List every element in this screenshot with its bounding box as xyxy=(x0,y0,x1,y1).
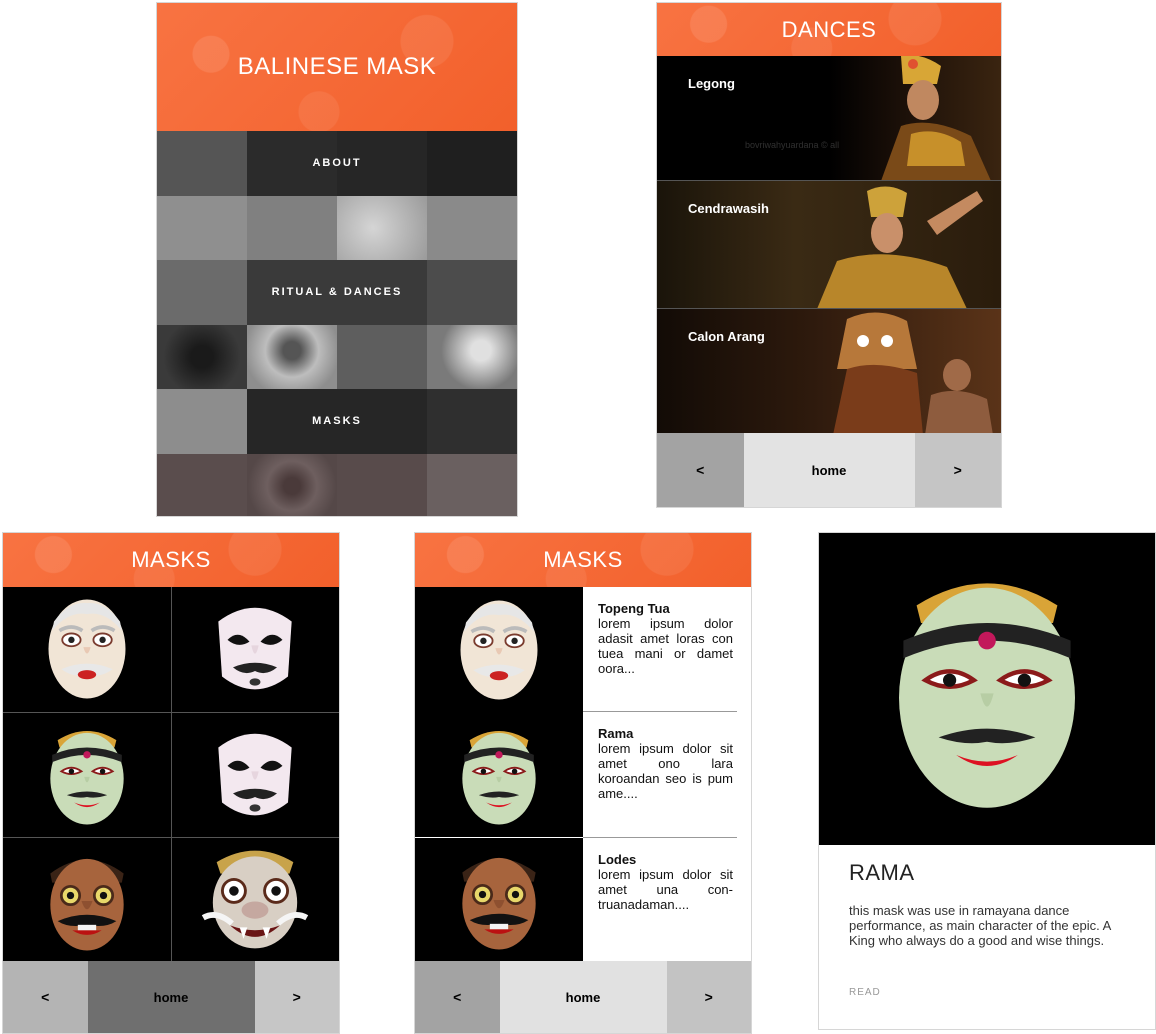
prev-button[interactable]: < xyxy=(415,961,500,1033)
dance-item-legong[interactable]: Legong bovriwahyuardana © all xyxy=(657,56,1001,181)
list-desc-lodes: lorem ipsum dolor sit amet una con-truan… xyxy=(598,867,733,912)
menu-about[interactable]: ABOUT xyxy=(157,131,517,195)
list-title-lodes: Lodes xyxy=(598,852,637,867)
menu-masks[interactable]: MASKS xyxy=(157,389,517,453)
dances-title: DANCES xyxy=(781,16,877,42)
home-button[interactable]: home xyxy=(87,961,255,1033)
home-button-label: home xyxy=(153,989,189,1005)
mask-thumb-rama[interactable] xyxy=(3,712,171,838)
masks-list-header: MASKS xyxy=(415,533,751,587)
next-button-label: > xyxy=(292,989,301,1005)
mask-image-lodes xyxy=(41,846,133,956)
mask-thumb-lodes[interactable] xyxy=(3,838,171,963)
mask-thumb-2[interactable] xyxy=(171,587,339,712)
mask-image-lodes xyxy=(453,845,545,955)
list-item-topeng-tua[interactable]: Topeng Tua lorem ipsum dolor adasit amet… xyxy=(415,587,751,712)
dances-header: DANCES xyxy=(657,3,1001,56)
rama-mask-image xyxy=(877,554,1097,824)
home-screen: BALINESE MASK ABOUT RITUAL & DANCES MASK… xyxy=(156,2,518,517)
list-desc-topeng-tua: lorem ipsum dolor adasit amet loras con … xyxy=(598,616,733,676)
masks-list-title: MASKS xyxy=(543,547,623,572)
mask-thumb-4[interactable] xyxy=(171,712,339,838)
mask-detail-screen: RAMA this mask was use in ramayana dance… xyxy=(818,532,1156,1030)
mask-image-barong xyxy=(180,843,330,958)
next-button-label: > xyxy=(953,462,962,478)
list-item-rama[interactable]: Rama lorem ipsum dolor sit amet ono lara… xyxy=(415,712,751,837)
masks-grid-title: MASKS xyxy=(131,547,211,572)
prev-button[interactable]: < xyxy=(3,961,88,1033)
mask-detail-description: this mask was use in ramayana dance perf… xyxy=(849,903,1111,948)
next-button[interactable]: > xyxy=(914,433,1001,507)
mask-image-4 xyxy=(209,720,301,830)
mask-image-2 xyxy=(209,594,301,704)
mask-image-topeng-tua xyxy=(41,594,133,704)
home-button[interactable]: home xyxy=(499,961,667,1033)
list-title-topeng-tua: Topeng Tua xyxy=(598,601,670,616)
dance-label-legong: Legong xyxy=(688,76,735,91)
masks-grid-bottom-nav: < home > xyxy=(3,961,339,1033)
masks-grid-screen: MASKS < home > xyxy=(2,532,340,1034)
list-title-rama: Rama xyxy=(598,726,634,741)
mask-thumb-topeng-tua[interactable] xyxy=(3,587,171,712)
next-button-label: > xyxy=(704,989,713,1005)
dances-bottom-nav: < home > xyxy=(657,433,1001,507)
home-button[interactable]: home xyxy=(743,433,915,507)
prev-button-label: < xyxy=(696,462,705,478)
photo-watermark: bovriwahyuardana © all xyxy=(745,140,840,150)
dance-label-calon-arang: Calon Arang xyxy=(688,329,765,344)
home-button-label: home xyxy=(565,989,601,1005)
dance-item-calon-arang[interactable]: Calon Arang xyxy=(657,309,1001,435)
read-more-link[interactable]: READ xyxy=(849,987,881,998)
list-thumb-lodes xyxy=(415,838,583,962)
masks-list-bottom-nav: < home > xyxy=(415,961,751,1033)
mask-thumb-barong[interactable] xyxy=(171,838,339,963)
prev-button-label: < xyxy=(453,989,462,1005)
prev-button-label: < xyxy=(41,989,50,1005)
masks-grid-header: MASKS xyxy=(3,533,339,587)
menu-ritual-dances-label: RITUAL & DANCES xyxy=(271,286,403,298)
menu-ritual-dances[interactable]: RITUAL & DANCES xyxy=(157,260,517,324)
mask-detail-image xyxy=(819,533,1155,845)
menu-about-label: ABOUT xyxy=(312,157,362,169)
home-button-label: home xyxy=(811,462,847,478)
mask-thumbnail-grid xyxy=(3,587,339,963)
legong-dancer-image xyxy=(881,56,991,180)
list-thumb-rama xyxy=(415,712,583,837)
cendrawasih-dancer-image xyxy=(817,186,983,308)
prev-button[interactable]: < xyxy=(657,433,744,507)
next-button[interactable]: > xyxy=(254,961,339,1033)
mask-image-topeng-tua xyxy=(453,595,545,705)
list-item-lodes[interactable]: Lodes lorem ipsum dolor sit amet una con… xyxy=(415,838,751,962)
masks-list-screen: MASKS Topeng Tua lorem ipsum dolor adasi… xyxy=(414,532,752,1034)
dances-screen: DANCES Legong bovriwahyuardana © all Cen… xyxy=(656,2,1002,508)
mask-image-rama xyxy=(41,720,133,830)
calon-arang-scene-image xyxy=(833,312,993,434)
list-desc-rama: lorem ipsum dolor sit amet ono lara koro… xyxy=(598,741,733,801)
next-button[interactable]: > xyxy=(666,961,751,1033)
dance-label-cendrawasih: Cendrawasih xyxy=(688,201,769,216)
dance-item-cendrawasih[interactable]: Cendrawasih xyxy=(657,181,1001,309)
app-title: BALINESE MASK xyxy=(237,53,437,80)
menu-masks-label: MASKS xyxy=(312,415,362,427)
mask-image-rama xyxy=(453,720,545,830)
mask-detail-title: RAMA xyxy=(849,860,915,885)
home-header: BALINESE MASK xyxy=(157,3,517,131)
list-thumb-topeng-tua xyxy=(415,587,583,712)
